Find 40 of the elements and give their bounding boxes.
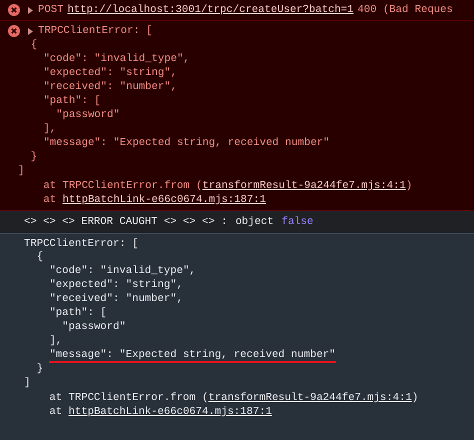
source-link[interactable]: httpBatchLink-e66c0674.mjs:187:1 bbox=[62, 194, 266, 206]
source-link[interactable]: transformResult-9a244fe7.mjs:4:1 bbox=[202, 180, 406, 192]
code-line: "expected": "string", bbox=[49, 279, 183, 293]
log-text: object bbox=[235, 215, 274, 229]
expand-right-icon[interactable] bbox=[28, 28, 34, 34]
code-line: "path": [ bbox=[49, 307, 107, 321]
error-icon bbox=[8, 4, 20, 16]
code-line: "received": "number", bbox=[49, 293, 183, 307]
log-text: <> <> <> ERROR CAUGHT <> <> <> : bbox=[24, 215, 228, 229]
boolean-value: false bbox=[282, 215, 314, 229]
code-line: "message": "Expected string, received number" bbox=[43, 137, 330, 151]
code-line: } bbox=[30, 151, 38, 165]
stack-line: at httpBatchLink-e66c0674.mjs:187:1 bbox=[48, 405, 272, 419]
source-link[interactable]: httpBatchLink-e66c0674.mjs:187:1 bbox=[68, 406, 272, 418]
code-line: ], bbox=[49, 335, 62, 349]
stack-line: at TRPCClientError.from (transformResult-9a244fe7.mjs:4:1) bbox=[42, 179, 412, 193]
code-line: "path": [ bbox=[43, 95, 101, 109]
code-line: "message": "Expected string, received number" bbox=[49, 349, 336, 363]
request-method: POST bbox=[38, 3, 64, 17]
code-line: } bbox=[36, 363, 44, 377]
code-line: { bbox=[36, 251, 44, 265]
code-line: ] bbox=[24, 377, 30, 391]
stack-line: at httpBatchLink-e66c0674.mjs:187:1 bbox=[42, 193, 266, 207]
code-line: "received": "number", bbox=[43, 81, 177, 95]
error-icon bbox=[8, 25, 20, 37]
status-text: 400 (Bad Reques bbox=[358, 3, 453, 17]
expand-right-icon[interactable] bbox=[28, 6, 34, 14]
code-line: "password" bbox=[62, 321, 126, 335]
stack-line: at TRPCClientError.from (transformResult-9a244fe7.mjs:4:1) bbox=[48, 391, 418, 405]
code-line: "password" bbox=[56, 109, 120, 123]
code-line: "expected": "string", bbox=[43, 67, 177, 81]
source-link[interactable]: transformResult-9a244fe7.mjs:4:1 bbox=[208, 392, 412, 404]
code-line: "code": "invalid_type", bbox=[49, 265, 196, 279]
code-line: ], bbox=[43, 123, 56, 137]
error-title: TRPCClientError: [ bbox=[24, 237, 140, 251]
error-title: TRPCClientError: [ bbox=[38, 24, 152, 38]
request-url-link[interactable]: http://localhost:3001/trpc/createUser?batch=1 bbox=[67, 3, 354, 17]
code-line: { bbox=[30, 39, 38, 53]
code-line: "code": "invalid_type", bbox=[43, 53, 190, 67]
code-line: ] bbox=[18, 165, 24, 179]
